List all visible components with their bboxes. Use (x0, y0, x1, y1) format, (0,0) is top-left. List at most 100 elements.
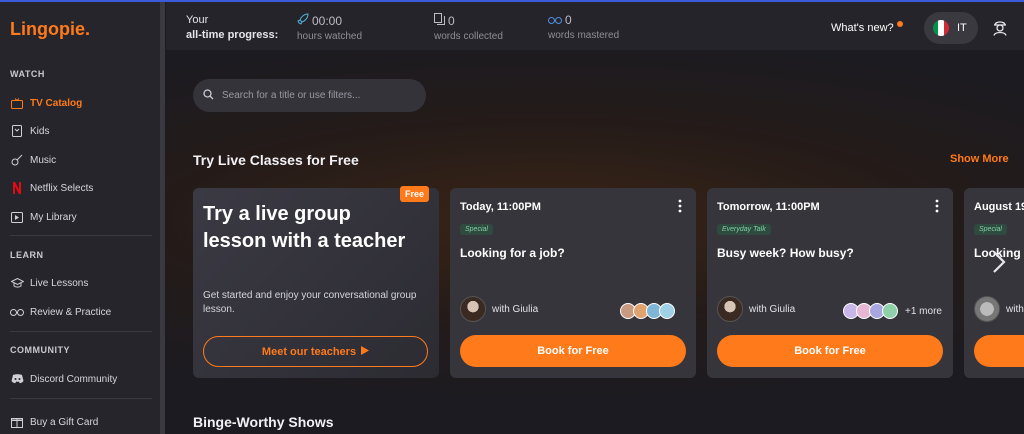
rocket-icon (297, 13, 312, 28)
search-bar[interactable] (193, 79, 426, 112)
promo-description: Get started and enjoy your conversationa… (203, 290, 417, 315)
chevron-right-icon[interactable] (992, 250, 1006, 279)
class-time: Tomorrow, 11:00PM (717, 201, 820, 213)
sidebar-item-label: TV Catalog (30, 97, 83, 109)
student-avatars: +1 more (843, 303, 942, 319)
profile-icon[interactable] (992, 19, 1008, 41)
notification-dot (897, 21, 903, 27)
progress-label: Your all-time progress: (186, 13, 278, 43)
search-icon (203, 87, 214, 105)
show-more-link[interactable]: Show More (950, 153, 1009, 165)
whats-new-link[interactable]: What's new? (831, 22, 894, 34)
kids-icon (10, 124, 24, 138)
meet-teachers-button[interactable]: Meet our teachers (203, 336, 428, 367)
language-selector[interactable]: IT (924, 12, 978, 44)
sidebar-item-label: Discord Community (30, 373, 118, 385)
avatar (659, 303, 675, 319)
promo-card: Free Try a live group lesson with a teac… (193, 186, 439, 378)
discord-icon (10, 372, 24, 386)
sidebar-divider (10, 235, 152, 236)
avatar (460, 296, 486, 322)
gift-icon (10, 415, 24, 429)
class-tag: Special (460, 224, 493, 235)
stat-label: words collected (434, 31, 503, 42)
sidebar-item-label: Kids (30, 125, 50, 137)
section-title-live-classes: Try Live Classes for Free (193, 152, 359, 168)
search-input[interactable] (222, 90, 412, 101)
teacher-name: with Giulia (492, 303, 539, 315)
more-options-icon[interactable] (678, 199, 682, 218)
sidebar-item-tv-catalog[interactable]: TV Catalog (10, 93, 150, 113)
sidebar-scrollbar[interactable] (160, 2, 165, 434)
stat-value: 0 (565, 13, 572, 27)
student-avatars (620, 303, 675, 319)
sidebar-section-watch: WATCH (10, 69, 45, 79)
button-label: Meet our teachers (261, 345, 357, 358)
sidebar-item-label: My Library (30, 211, 77, 223)
teacher-info: with Giulia (460, 296, 538, 322)
sidebar-divider (10, 331, 152, 332)
sidebar-item-my-library[interactable]: My Library (10, 207, 150, 227)
sidebar-item-music[interactable]: Music (10, 150, 150, 170)
sidebar-section-learn: LEARN (10, 250, 44, 260)
class-card[interactable]: Tomorrow, 11:00PM Everyday Talk Busy wee… (707, 188, 953, 378)
tv-icon (10, 96, 24, 110)
sidebar-item-netflix[interactable]: Netflix Selects (10, 178, 150, 198)
free-badge: Free (399, 186, 429, 202)
sidebar-item-review-practice[interactable]: Review & Practice (10, 302, 150, 322)
stat-hours-watched: 00:00 hours watched (297, 13, 362, 42)
stat-label: words mastered (548, 30, 620, 41)
library-icon (10, 210, 24, 224)
sidebar-section-community: COMMUNITY (10, 345, 70, 355)
netflix-icon (10, 181, 24, 195)
book-for-free-button[interactable]: Book for Free (460, 335, 686, 367)
class-title: Looking for a job? (460, 246, 565, 260)
sidebar-item-kids[interactable]: Kids (10, 121, 150, 141)
play-icon (356, 345, 370, 358)
sidebar-item-gift-card[interactable]: Buy a Gift Card (10, 412, 150, 432)
cards-icon (434, 13, 448, 28)
sidebar-item-label: Live Lessons (30, 277, 89, 289)
logo[interactable]: Lingopie. (10, 19, 90, 40)
sidebar-item-label: Review & Practice (30, 306, 112, 318)
language-code: IT (957, 22, 967, 34)
teacher-info: with Giulia (717, 296, 795, 322)
sidebar-item-discord[interactable]: Discord Community (10, 369, 150, 389)
progress-label-line1: Your (186, 14, 209, 26)
stat-words-collected: 0 words collected (434, 13, 503, 42)
guitar-icon (10, 153, 24, 167)
avatar (882, 303, 898, 319)
glasses-icon (548, 13, 565, 27)
more-students-count: +1 more (905, 305, 942, 317)
sidebar-item-label: Netflix Selects (30, 182, 94, 194)
class-time: August 19 (974, 201, 1024, 213)
glasses-icon (10, 305, 24, 319)
sidebar-divider (10, 398, 152, 399)
avatar (717, 296, 743, 322)
stat-value: 0 (448, 13, 455, 28)
class-card[interactable]: August 19 Special Looking with (964, 188, 1024, 378)
class-time: Today, 11:00PM (460, 201, 541, 213)
progress-label-line2: all-time progress: (186, 29, 279, 41)
top-bar: Your all-time progress: 00:00 hours watc… (166, 2, 1024, 50)
main-content: Try Live Classes for Free Show More Free… (166, 50, 1024, 434)
stat-value: 00:00 (312, 13, 343, 28)
graduation-cap-icon (10, 276, 24, 290)
section-title-binge-worthy: Binge-Worthy Shows (193, 414, 334, 430)
sidebar-item-label: Buy a Gift Card (30, 416, 99, 428)
class-tag: Special (974, 224, 1007, 235)
class-title: Busy week? How busy? (717, 246, 854, 260)
italy-flag-icon (933, 20, 949, 36)
book-for-free-button[interactable]: Book for Free (717, 335, 943, 367)
class-card[interactable]: Today, 11:00PM Special Looking for a job… (450, 188, 696, 378)
teacher-name: with (1006, 303, 1024, 315)
stat-label: hours watched (297, 31, 363, 42)
book-for-free-button[interactable] (974, 335, 1024, 367)
sidebar: Lingopie. WATCH TV Catalog Kids Music Ne… (0, 2, 160, 434)
teacher-name: with Giulia (749, 303, 796, 315)
avatar (974, 296, 1000, 322)
stat-words-mastered: 0 words mastered (548, 13, 619, 41)
promo-title: Try a live group lesson with a teacher (203, 203, 406, 252)
more-options-icon[interactable] (935, 199, 939, 218)
sidebar-item-live-lessons[interactable]: Live Lessons (10, 273, 150, 293)
